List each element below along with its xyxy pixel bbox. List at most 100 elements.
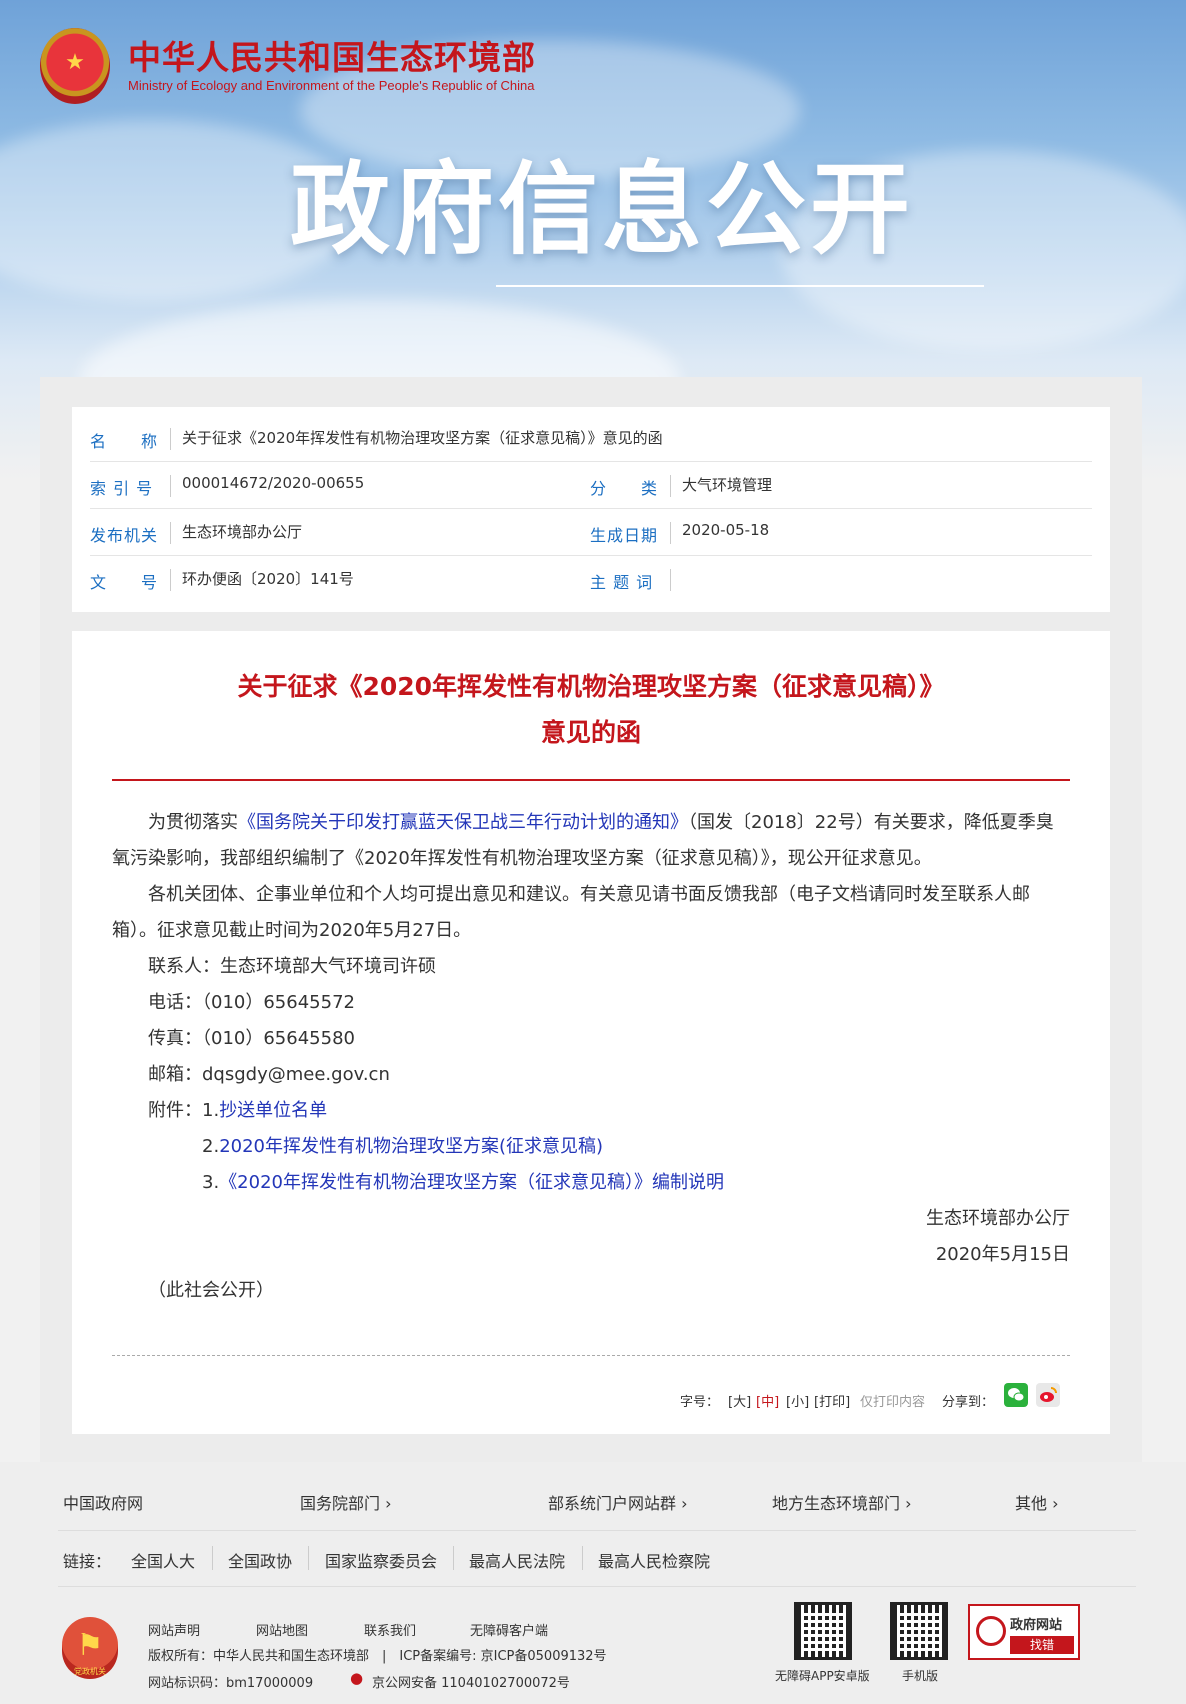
wechat-share-icon[interactable] xyxy=(1004,1383,1028,1407)
party-government-badge-icon[interactable]: ⚑ 党政机关 xyxy=(62,1617,118,1679)
tools-divider xyxy=(112,1355,1070,1356)
print-button[interactable]: [打印] xyxy=(814,1391,850,1410)
text: （国发〔2018〕22号）有关要求，降低夏季臭 xyxy=(688,812,1054,833)
footer-divider xyxy=(58,1530,1136,1531)
divider xyxy=(453,1546,454,1570)
attachment-label: 附件： xyxy=(148,1100,202,1121)
meta-row-index: 索 引 号 000014672/2020-00655 分 类 大气环境管理 xyxy=(90,462,1092,509)
attachment-link-2[interactable]: 2020年挥发性有机物治理攻坚方案(征求意见稿) xyxy=(219,1136,603,1157)
paragraph-1-line1: 为贯彻落实《国务院关于印发打赢蓝天保卫战三年行动计划的通知》（国发〔2018〕2… xyxy=(148,805,1054,841)
paragraph-2-line1: 各机关团体、企事业单位和个人均可提出意见和建议。有关意见请书面反馈我部（电子文档… xyxy=(148,884,1030,905)
police-badge-icon: ● xyxy=(350,1669,364,1687)
document-title-line2: 意见的函 xyxy=(540,718,641,747)
meta-label: 名 称 xyxy=(90,432,159,451)
meta-label: 分 类 xyxy=(590,479,659,498)
meta-value: 2020-05-18 xyxy=(682,521,770,539)
policy-link[interactable]: 《国务院关于印发打赢蓝天保卫战三年行动计划的通知》 xyxy=(238,812,688,833)
divider xyxy=(170,428,171,450)
site-logo[interactable]: ★ 中华人民共和国生态环境部 Ministry of Ecology and E… xyxy=(40,28,536,104)
fax-line: 传真：（010）65645580 xyxy=(148,1028,355,1049)
sign-date: 2020年5月15日 xyxy=(935,1244,1070,1265)
attachment-number: 1. xyxy=(202,1100,220,1121)
weibo-share-icon[interactable] xyxy=(1036,1383,1060,1407)
link-cppcc[interactable]: 全国政协 xyxy=(228,1548,292,1572)
footer: 中国政府网 国务院部门 › 部系统门户网站群 › 地方生态环境部门 › 其他 ›… xyxy=(0,1462,1186,1704)
qr-caption-app: 无障碍APP安卓版 xyxy=(775,1669,870,1683)
font-small-button[interactable]: [小] xyxy=(786,1391,809,1410)
footer-link-accessibility[interactable]: 无障碍客户端 xyxy=(470,1620,548,1639)
meta-value: 大气环境管理 xyxy=(682,476,773,494)
footer-link-contact[interactable]: 联系我们 xyxy=(364,1620,416,1639)
title-divider xyxy=(112,779,1070,781)
footer-nav-other[interactable]: 其他 › xyxy=(1015,1490,1059,1514)
divider xyxy=(308,1546,309,1570)
copyright: 版权所有：中华人民共和国生态环境部 | ICP备案编号: 京ICP备050091… xyxy=(148,1649,607,1664)
meta-value: 环办便函〔2020〕141号 xyxy=(182,570,354,588)
party-badge-text: 党政机关 xyxy=(74,1667,106,1676)
disclosure-note: （此社会公开） xyxy=(148,1280,274,1301)
divider xyxy=(212,1546,213,1570)
meta-label: 索 引 号 xyxy=(90,479,154,498)
email-line: 邮箱：dqsgdy@mee.gov.cn xyxy=(148,1064,390,1085)
report-subtitle: 找错 xyxy=(1010,1636,1074,1654)
font-medium-button[interactable]: [中] xyxy=(756,1391,779,1410)
paragraph-2-line2: 箱）。征求意见截止时间为2020年5月27日。 xyxy=(112,920,472,941)
font-size-label: 字号： xyxy=(680,1395,720,1410)
share-label: 分享到： xyxy=(942,1395,995,1410)
link-procuratorate[interactable]: 最高人民检察院 xyxy=(598,1548,710,1572)
divider xyxy=(582,1546,583,1570)
font-large-button[interactable]: [大] xyxy=(728,1391,751,1410)
paragraph-1-line2: 氧污染影响，我部组织编制了《2020年挥发性有机物治理攻坚方案（征求意见稿）》，… xyxy=(112,848,932,869)
footer-nav-ministry-sites[interactable]: 部系统门户网站群 › xyxy=(548,1490,688,1514)
divider xyxy=(170,475,171,497)
report-error-badge[interactable]: 政府网站 找错 xyxy=(968,1604,1080,1660)
qr-code-app-icon xyxy=(794,1602,852,1660)
divider xyxy=(670,475,671,497)
attachment-link-1[interactable]: 抄送单位名单 xyxy=(219,1100,327,1121)
divider xyxy=(170,522,171,544)
footer-nav-gov[interactable]: 中国政府网 xyxy=(63,1490,143,1514)
report-title: 政府网站 xyxy=(1010,1618,1063,1633)
attachment-number: 3. xyxy=(202,1172,220,1193)
text: 为贯彻落实 xyxy=(148,812,238,833)
footer-divider xyxy=(58,1586,1136,1587)
footer-link-sitemap[interactable]: 网站地图 xyxy=(256,1620,308,1639)
attachment-number: 2. xyxy=(202,1136,220,1157)
meta-label: 文 号 xyxy=(90,573,159,592)
meta-value: 关于征求《2020年挥发性有机物治理攻坚方案（征求意见稿）》意见的函 xyxy=(182,429,663,447)
qr-code-mobile-icon xyxy=(890,1602,948,1660)
contact-line: 联系人：生态环境部大气环境司许硕 xyxy=(148,956,436,977)
meta-row-issuer: 发布机关 生态环境部办公厅 生成日期 2020-05-18 xyxy=(90,509,1092,556)
document-card: 关于征求《2020年挥发性有机物治理攻坚方案（征求意见稿）》 意见的函 为贯彻落… xyxy=(72,631,1110,1434)
qr-caption-mobile: 手机版 xyxy=(902,1669,939,1683)
attachment-link-3[interactable]: 《2020年挥发性有机物治理攻坚方案（征求意见稿）》编制说明 xyxy=(219,1172,724,1193)
magnifier-icon xyxy=(976,1616,1006,1646)
divider xyxy=(170,569,171,591)
police-record-link[interactable]: 京公网安备 11040102700072号 xyxy=(372,1672,570,1691)
metadata-card: 名 称 关于征求《2020年挥发性有机物治理攻坚方案（征求意见稿）》意见的函 索… xyxy=(72,407,1110,612)
site-name-cn: 中华人民共和国生态环境部 xyxy=(128,38,536,77)
link-court[interactable]: 最高人民法院 xyxy=(469,1548,565,1572)
meta-label: 发布机关 xyxy=(90,526,159,545)
phone-line: 电话：（010）65645572 xyxy=(148,992,355,1013)
link-npc[interactable]: 全国人大 xyxy=(131,1548,195,1572)
link-supervision[interactable]: 国家监察委员会 xyxy=(325,1548,437,1572)
links-label: 链接： xyxy=(63,1552,112,1571)
site-id: 网站标识码：bm17000009 xyxy=(148,1676,314,1691)
national-emblem-icon: ★ xyxy=(40,28,110,104)
banner-title: 政府信息公开 xyxy=(290,151,914,268)
party-badge-symbol: ⚑ xyxy=(76,1628,104,1663)
footer-nav-local[interactable]: 地方生态环境部门 › xyxy=(772,1490,912,1514)
meta-value: 生态环境部办公厅 xyxy=(182,523,303,541)
meta-label: 生成日期 xyxy=(590,526,659,545)
site-name-en: Ministry of Ecology and Environment of t… xyxy=(128,78,535,93)
main-container: 名 称 关于征求《2020年挥发性有机物治理攻坚方案（征求意见稿）》意见的函 索… xyxy=(40,377,1142,1462)
meta-value: 000014672/2020-00655 xyxy=(182,474,365,492)
footer-nav-state-council[interactable]: 国务院部门 › xyxy=(300,1490,392,1514)
meta-row-name: 名 称 关于征求《2020年挥发性有机物治理攻坚方案（征求意见稿）》意见的函 xyxy=(90,415,1092,462)
footer-link-statement[interactable]: 网站声明 xyxy=(148,1620,200,1639)
document-title-line1: 关于征求《2020年挥发性有机物治理攻坚方案（征求意见稿）》 xyxy=(237,672,945,701)
meta-row-docno: 文 号 环办便函〔2020〕141号 主 题 词 xyxy=(90,556,1092,603)
meta-label: 主 题 词 xyxy=(590,573,654,592)
divider xyxy=(670,569,671,591)
